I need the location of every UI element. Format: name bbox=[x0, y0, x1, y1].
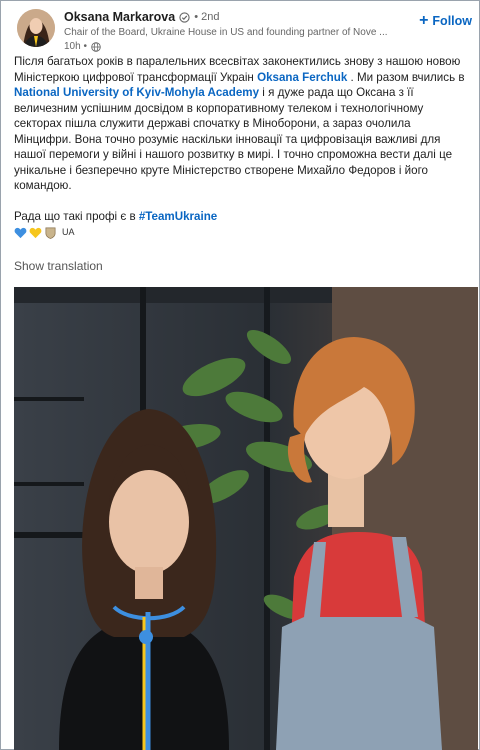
mention-kyiv-mohyla-academy[interactable]: National University of Kyiv-Mohyla Acade… bbox=[14, 86, 259, 99]
mention-oksana-ferchuk[interactable]: Oksana Ferchuk bbox=[257, 71, 347, 84]
follow-label: Follow bbox=[432, 14, 472, 28]
post-header: Oksana Markarova • 2nd Chair of the Boar… bbox=[14, 8, 474, 54]
author-name-row: Oksana Markarova • 2nd bbox=[64, 10, 219, 24]
author-avatar[interactable] bbox=[17, 9, 55, 47]
emoji-row: UA bbox=[14, 225, 470, 241]
plus-icon: + bbox=[419, 12, 429, 29]
verified-icon bbox=[179, 11, 190, 23]
post-time: 10h • bbox=[64, 41, 87, 52]
follow-button[interactable]: + Follow bbox=[419, 13, 472, 29]
text-segment: . Ми разом вчились в bbox=[347, 70, 465, 84]
photo-illustration bbox=[14, 287, 478, 750]
post-photo[interactable] bbox=[14, 287, 478, 750]
ua-flag-label: UA bbox=[62, 227, 75, 238]
globe-icon bbox=[91, 41, 101, 52]
author-headline: Chair of the Board, Ukraine House in US … bbox=[64, 27, 388, 38]
post-meta: 10h • bbox=[64, 41, 101, 52]
text-segment: Рада що такі профі є в bbox=[14, 209, 139, 223]
post-paragraph-2: Рада що такі профі є в #TeamUkraine bbox=[14, 209, 470, 225]
post-paragraph-1: Після багатьох років в паралельних всесв… bbox=[14, 54, 470, 194]
author-name[interactable]: Oksana Markarova bbox=[64, 10, 175, 24]
yellow-heart-icon bbox=[29, 227, 42, 239]
hashtag-teamukraine[interactable]: #TeamUkraine bbox=[139, 210, 217, 223]
shield-icon bbox=[45, 227, 56, 239]
show-translation-link[interactable]: Show translation bbox=[14, 259, 103, 273]
post-body: Після багатьох років в паралельних всесв… bbox=[14, 54, 470, 241]
connection-degree: • 2nd bbox=[194, 11, 220, 23]
text-segment: і я дуже рада що Оксана з її величезним … bbox=[14, 86, 453, 192]
blue-heart-icon bbox=[14, 227, 27, 239]
